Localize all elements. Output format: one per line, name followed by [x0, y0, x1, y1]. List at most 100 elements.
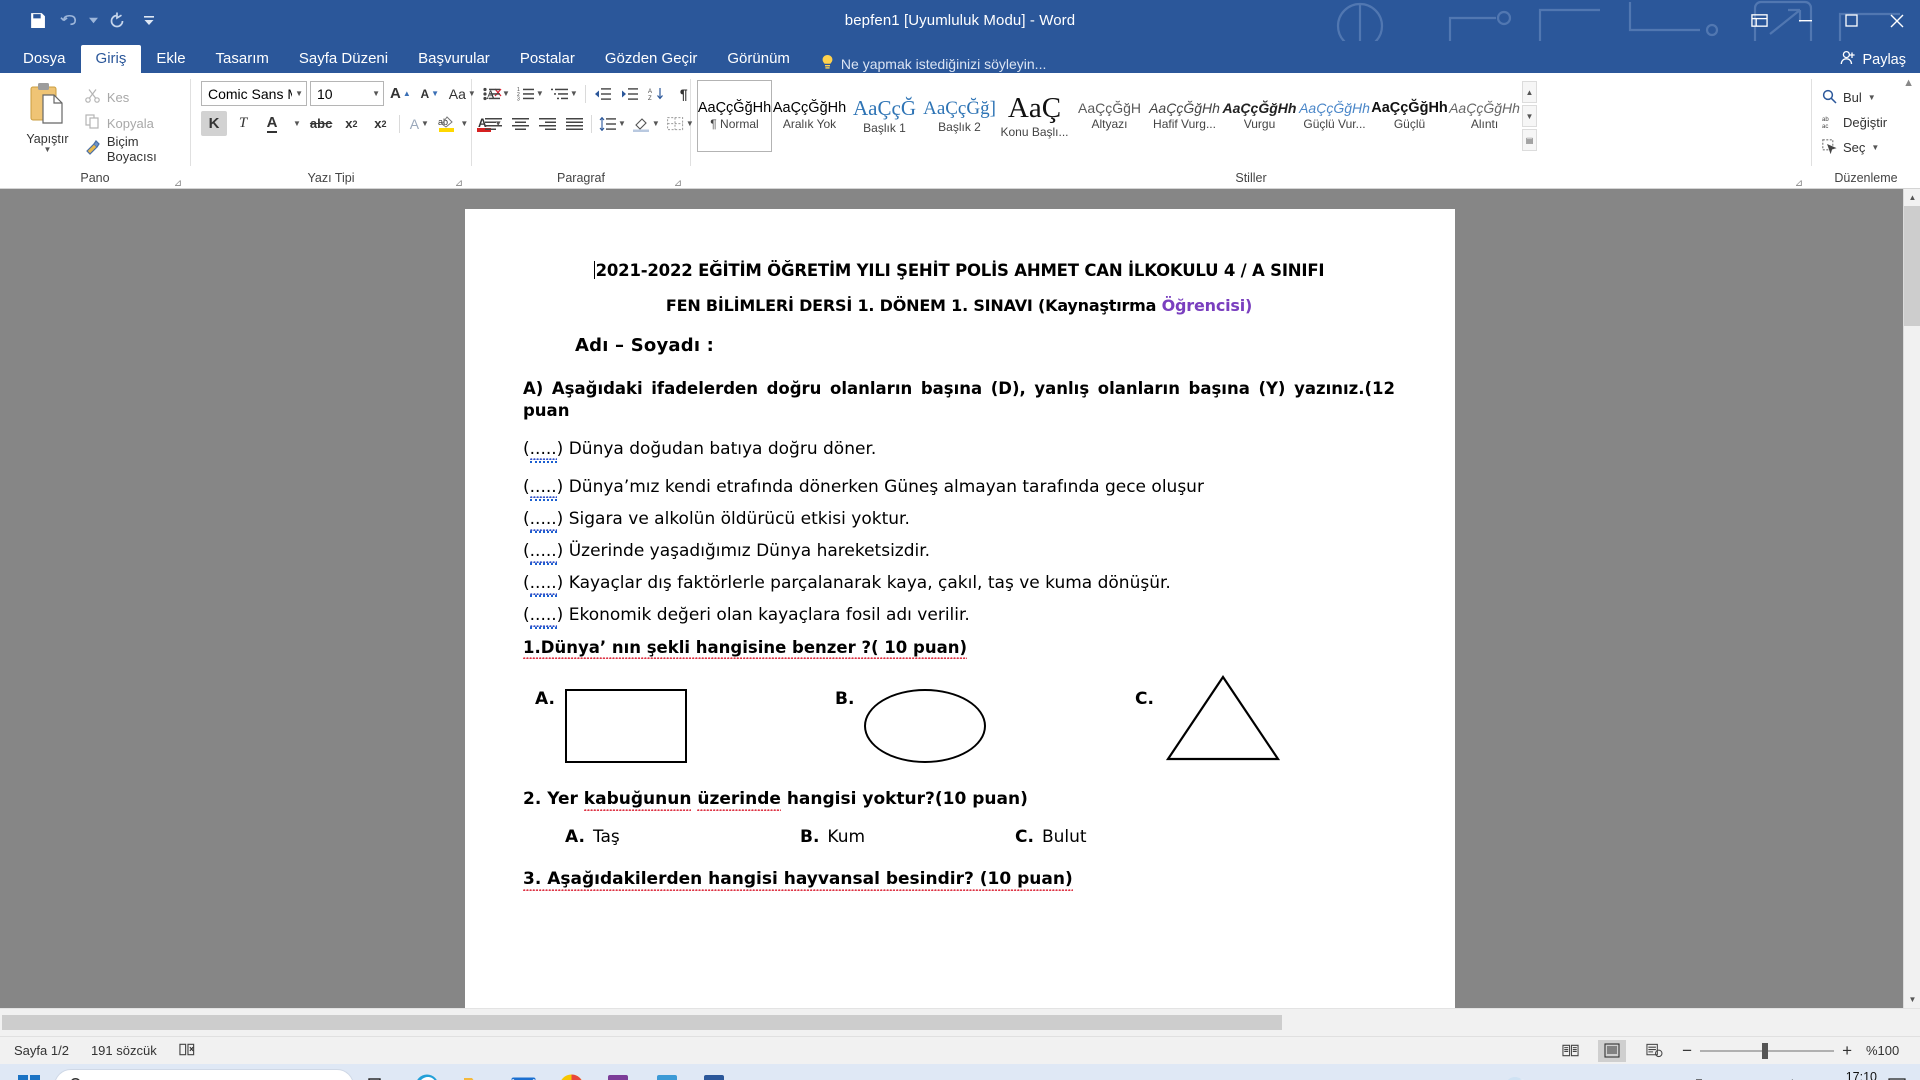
- edge-icon[interactable]: [404, 1064, 450, 1080]
- underline-dropdown-icon[interactable]: ▼: [288, 111, 304, 136]
- font-size-combo[interactable]: 10 ▼: [310, 81, 384, 106]
- font-dialog-launcher-icon[interactable]: ⊿: [453, 173, 465, 189]
- chevron-down-icon[interactable]: ▼: [292, 89, 303, 98]
- zoom-in-button[interactable]: +: [1842, 1041, 1852, 1061]
- styles-gallery[interactable]: AaÇçĞğHh ¶ Normal AaÇçĞğHh Aralık Yok Aa…: [697, 79, 1522, 161]
- search-input[interactable]: Aramak için buraya yazın: [54, 1069, 354, 1080]
- align-left-icon[interactable]: [480, 111, 506, 136]
- shrink-font-icon[interactable]: A ▼: [417, 81, 443, 106]
- horizontal-scrollbar[interactable]: [0, 1008, 1920, 1036]
- store-icon[interactable]: [644, 1064, 690, 1080]
- style-item-guclu[interactable]: AaÇçĞğHh Güçlü: [1371, 80, 1448, 152]
- grow-font-icon[interactable]: A ▲: [387, 81, 414, 106]
- style-item-konu-basligi[interactable]: AaÇ Konu Başlı...: [997, 80, 1072, 152]
- style-item-altyazi[interactable]: AaÇçĞğH Altyazı: [1072, 80, 1147, 152]
- sort-icon[interactable]: AZ: [644, 81, 670, 106]
- restore-icon[interactable]: [1828, 0, 1874, 41]
- customize-qat-icon[interactable]: [134, 6, 164, 36]
- copy-button[interactable]: Kopyala: [85, 112, 184, 134]
- style-item-alinti[interactable]: AaÇçĞğHh Alıntı: [1447, 80, 1522, 152]
- quick-access-toolbar[interactable]: [0, 6, 164, 36]
- line-spacing-icon[interactable]: ▼: [596, 111, 629, 136]
- bold-button[interactable]: K: [201, 111, 227, 136]
- start-button[interactable]: [6, 1064, 52, 1080]
- question-2-option-c[interactable]: C. Bulut: [1015, 827, 1087, 847]
- tab-tasarim[interactable]: Tasarım: [201, 45, 284, 73]
- minimize-icon[interactable]: [1782, 0, 1828, 41]
- ribbon-tab-strip[interactable]: Dosya Giriş Ekle Tasarım Sayfa Düzeni Ba…: [0, 41, 1920, 73]
- answer-blank[interactable]: (.....): [523, 572, 563, 597]
- styles-dialog-launcher-icon[interactable]: ⊿: [1793, 173, 1805, 189]
- question-1-option-c[interactable]: C.: [1135, 671, 1282, 763]
- close-icon[interactable]: [1874, 0, 1920, 41]
- numbering-icon[interactable]: 1 2 3 ▼: [514, 81, 547, 106]
- tab-basvurular[interactable]: Başvurular: [403, 45, 505, 73]
- proofing-errors-icon[interactable]: [179, 1042, 196, 1060]
- paste-button[interactable]: Yapıştır ▼: [16, 80, 79, 160]
- file-explorer-icon[interactable]: [452, 1064, 498, 1080]
- shading-icon[interactable]: ▼: [630, 111, 663, 136]
- read-mode-icon[interactable]: [1556, 1040, 1584, 1062]
- style-item-hafif-vurgu[interactable]: AaÇçĞğHh Hafif Vurg...: [1147, 80, 1222, 152]
- question-1-option-b[interactable]: B.: [835, 671, 1135, 764]
- scroll-up-icon[interactable]: ▲: [1904, 189, 1920, 206]
- style-item-baslik-1[interactable]: AaÇçĞ Başlık 1: [847, 80, 922, 152]
- style-item-aralik-yok[interactable]: AaÇçĞğHh Aralık Yok: [772, 80, 847, 152]
- increase-indent-icon[interactable]: [617, 81, 643, 106]
- style-item-vurgu[interactable]: AaÇçĞğHh Vurgu: [1222, 80, 1297, 152]
- ribbon-display-options-icon[interactable]: [1736, 0, 1782, 41]
- decrease-indent-icon[interactable]: [590, 81, 616, 106]
- chevron-down-icon[interactable]: ▼: [43, 146, 51, 154]
- styles-gallery-scroll[interactable]: ▲ ▼ ▤: [1522, 79, 1537, 151]
- answer-blank[interactable]: (.....): [523, 605, 563, 629]
- zoom-track[interactable]: [1700, 1042, 1835, 1059]
- chevron-down-icon[interactable]: ▼: [369, 89, 380, 98]
- question-2-option-b[interactable]: B. Kum: [800, 827, 1015, 847]
- save-icon[interactable]: [22, 6, 52, 36]
- replace-button[interactable]: ab ac Değiştir: [1818, 110, 1887, 135]
- tab-dosya[interactable]: Dosya: [8, 45, 81, 73]
- chrome-icon[interactable]: [548, 1064, 594, 1080]
- zoom-out-button[interactable]: −: [1682, 1041, 1692, 1061]
- mail-icon[interactable]: [500, 1064, 546, 1080]
- tab-postalar[interactable]: Postalar: [505, 45, 590, 73]
- cut-button[interactable]: Kes: [85, 86, 184, 108]
- clock[interactable]: 17:10 29.11.2021: [1815, 1069, 1877, 1080]
- font-name-combo[interactable]: Comic Sans M ▼: [201, 81, 307, 106]
- word-icon[interactable]: W: [692, 1064, 738, 1080]
- print-layout-icon[interactable]: [1598, 1039, 1627, 1062]
- tab-gorunum[interactable]: Görünüm: [712, 45, 805, 73]
- style-item-guclu-vurgu[interactable]: AaÇçĞğHh Güçlü Vur...: [1297, 80, 1372, 152]
- tab-ekle[interactable]: Ekle: [141, 45, 200, 73]
- paragraph-dialog-launcher-icon[interactable]: ⊿: [672, 173, 684, 189]
- tab-sayfa-duzeni[interactable]: Sayfa Düzeni: [284, 45, 403, 73]
- document-page[interactable]: 2021-2022 EĞİTİM ÖĞRETİM YILI ŞEHİT POLİ…: [465, 209, 1455, 1008]
- window-controls[interactable]: [1736, 0, 1920, 41]
- multilevel-list-icon[interactable]: ▼: [548, 81, 581, 106]
- zoom-handle[interactable]: [1762, 1042, 1769, 1059]
- gallery-scroll-up-icon[interactable]: ▲: [1522, 81, 1537, 103]
- italic-button[interactable]: T: [230, 111, 256, 136]
- tab-gozden-gecir[interactable]: Gözden Geçir: [590, 45, 713, 73]
- subscript-button[interactable]: x2: [338, 111, 364, 136]
- share-button[interactable]: Paylaş: [1840, 50, 1906, 70]
- redo-icon[interactable]: [86, 6, 100, 36]
- onenote-icon[interactable]: N: [596, 1064, 642, 1080]
- question-2-option-a[interactable]: A. Taş: [565, 827, 800, 847]
- repeat-icon[interactable]: [102, 6, 132, 36]
- horizontal-scrollbar-thumb[interactable]: [2, 1015, 1282, 1030]
- zoom-percentage[interactable]: %100: [1866, 1043, 1904, 1058]
- word-count[interactable]: 191 sözcük: [91, 1043, 157, 1058]
- undo-icon[interactable]: [54, 6, 84, 36]
- style-item-normal[interactable]: AaÇçĞğHh ¶ Normal: [697, 80, 772, 152]
- vertical-scrollbar[interactable]: ▲ ▼: [1903, 189, 1920, 1008]
- underline-button[interactable]: A: [259, 111, 285, 136]
- web-layout-icon[interactable]: [1640, 1040, 1668, 1062]
- task-view-icon[interactable]: [356, 1064, 402, 1080]
- style-item-baslik-2[interactable]: AaÇçĞğ] Başlık 2: [922, 80, 997, 152]
- document-area[interactable]: 2021-2022 EĞİTİM ÖĞRETİM YILI ŞEHİT POLİ…: [0, 189, 1920, 1008]
- zoom-slider[interactable]: − +: [1682, 1041, 1852, 1061]
- tell-me-search[interactable]: Ne yapmak istediğinizi söyleyin...: [821, 55, 1046, 73]
- align-right-icon[interactable]: [534, 111, 560, 136]
- strikethrough-button[interactable]: abc: [307, 111, 335, 136]
